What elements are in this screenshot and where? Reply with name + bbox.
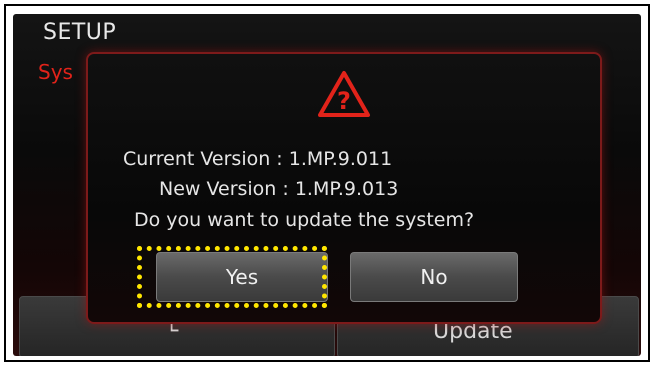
head-unit-screen: SETUP Sys └ Update ? Current Version : 1… xyxy=(13,14,641,356)
new-version-text: New Version : 1.MP.9.013 xyxy=(159,178,399,200)
setup-title: SETUP xyxy=(43,20,117,45)
svg-text:?: ? xyxy=(337,87,351,115)
yes-button-highlight xyxy=(137,246,327,308)
system-menu-label[interactable]: Sys xyxy=(38,60,73,84)
warning-question-icon: ? xyxy=(318,71,370,117)
update-question-text: Do you want to update the system? xyxy=(134,209,475,231)
current-version-text: Current Version : 1.MP.9.011 xyxy=(123,148,393,170)
no-button[interactable]: No xyxy=(350,252,518,302)
